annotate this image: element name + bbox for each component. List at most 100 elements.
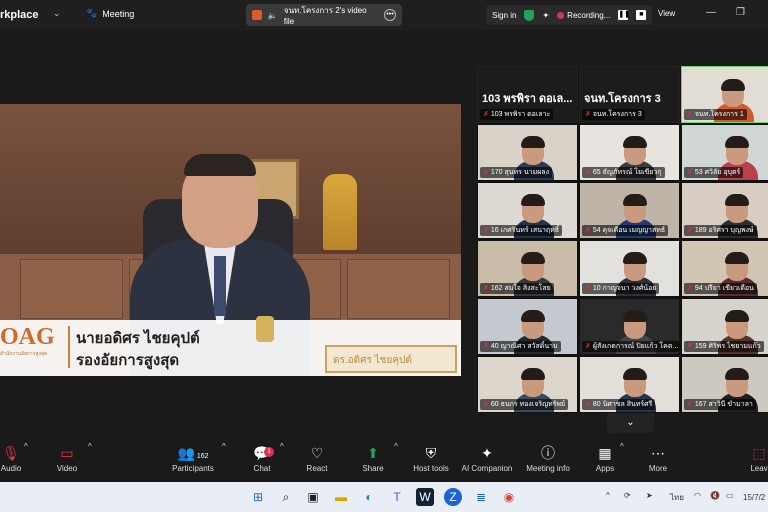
recording-label: Recording... [567,10,611,20]
recording-indicator: Recording... [557,11,610,20]
stop-icon[interactable]: ■ [636,10,647,20]
app-icon[interactable]: W [416,488,434,506]
app-brand: rkplace [0,9,39,21]
participant-tile[interactable]: ✗ 40 ญาณิศา สวัสดิ์นาม [477,298,578,355]
meeting-info-button[interactable]: ⓘ Meeting info [524,442,572,473]
participant-tile[interactable]: ✗ 54 ดุจเดือน เมญญาสทธ์ [579,182,680,239]
minimize-icon[interactable]: — [706,7,716,18]
participant-name: 189 อริศรา บุญพงษ์ [694,227,754,234]
participant-tile[interactable]: ✗ 94 ปรียา เขียวเดือน [681,240,768,297]
window-controls: — ❐ [706,7,745,18]
participant-tile[interactable]: ✗ 53 ศวิลัย อุบุตร์ [681,124,768,181]
file-explorer-icon[interactable]: ▬ [332,488,350,506]
record-dot-icon [557,11,565,19]
participant-tile[interactable]: จนท.โครงการ 3 ✗ จนท.โครงการ 3 [579,66,680,123]
video-options-chevron-icon[interactable]: ^ [88,442,92,451]
audio-options-chevron-icon[interactable]: ^ [24,442,28,451]
participants-icon: 👥 162 [177,445,209,461]
participant-tile[interactable]: ✗ 60 ธนกร ทองเจริญทรัพย์ [477,356,578,413]
more-icon: ⋯ [651,445,665,461]
battery-icon[interactable]: ▭ [726,491,734,500]
task-view-icon[interactable]: ▣ [304,488,322,506]
participant-tile[interactable]: ✗ 10 กาญจนา วงศ์น้อย [579,240,680,297]
video-label: Video [56,464,78,473]
sparkle-icon[interactable]: ✦ [542,11,549,20]
participant-tile[interactable]: ✗ 16 เกศรินทร์ เสนาฤทธิ์ [477,182,578,239]
participant-tile[interactable]: ✗ ผู้สังเกตการณ์ ปิยแก้ว โคต... [579,298,680,355]
participant-tile[interactable]: ✗ 162 สมใจ สิงสะโสย [477,240,578,297]
mic-muted-icon: ✗ [483,227,489,234]
speaker-hair [184,154,256,176]
status-group: Sign in ✦ Recording... ❚❚ ■ [486,5,653,25]
more-button[interactable]: ⋯ More [646,442,670,473]
participant-tile[interactable]: ✗ จนท.โครงการ 1 [681,66,768,123]
video-button[interactable]: ▭ Video [54,442,80,473]
input-language[interactable]: ไทย [670,491,684,504]
chat-options-chevron-icon[interactable]: ^ [280,442,284,451]
chrome-icon[interactable]: ◉ [500,488,518,506]
mic-muted-icon: ✗ [483,343,489,350]
participant-tile[interactable]: ✗ 189 อริศรา บุญพงษ์ [681,182,768,239]
host-tools-label: Host tools [413,464,449,473]
tray-chevron-icon[interactable]: ^ [606,491,610,500]
participant-tile[interactable]: ✗ 170 สุนทร นามผลง [477,124,578,181]
zoom-icon[interactable]: Z [444,488,462,506]
share-label: Share [362,464,384,473]
restore-icon[interactable]: ❐ [736,7,745,18]
meeting-info-label: Meeting info [526,464,570,473]
share-button[interactable]: ⬆ Share [360,442,386,473]
participant-label: ✗ 103 พรพิรา ดอเลาะ [480,109,554,120]
leave-button[interactable]: ⬚ Leav [750,442,768,473]
mic-muted-icon: ✗ [585,169,591,176]
search-icon[interactable]: ⌕ [277,488,295,506]
participant-label: ✗ 54 ดุจเดือน เมญญาสทธ์ [582,225,669,236]
edge-icon[interactable]: ◐ [360,488,378,506]
participant-name: 65 ธัญภัทรณ์ โยเขียวกุ [592,169,662,176]
audio-button[interactable]: 🎙 Audio [0,442,22,473]
volume-mute-icon[interactable]: 🔇 [710,491,720,500]
react-button[interactable]: ♡ React [304,442,330,473]
heart-icon: ♡ [310,445,324,461]
participants-options-chevron-icon[interactable]: ^ [222,442,226,451]
share-options-chevron-icon[interactable]: ^ [394,442,398,451]
participant-name: 162 สมใจ สิงสะโสย [490,285,551,292]
more-options-icon[interactable]: ••• [384,9,396,21]
apps-options-chevron-icon[interactable]: ^ [620,442,624,451]
participant-tile[interactable]: ✗ 167 สาวินี ขำมาลา [681,356,768,413]
apps-button[interactable]: ▦ Apps [594,442,616,473]
sync-icon[interactable]: ⟳ [624,491,631,500]
participant-label: ✗ 159 ศิริพร ไชยามแก้ว [684,341,764,352]
participant-label: ✗ 94 ปรียา เขียวเดือน [684,283,757,294]
windows-start-icon[interactable]: ⊞ [249,488,267,506]
ai-companion-button[interactable]: ✦ AI Companion [460,442,514,473]
video-off-icon: ▭ [60,445,74,461]
apps-icon: ▦ [598,445,612,461]
share-indicator[interactable]: 🔈 จนท.โครงการ 2's video file ••• [246,4,402,26]
chevron-down-icon[interactable]: ⌄ [53,8,61,19]
shield-icon: ⛨ [425,445,437,461]
mic-muted-icon: ✗ [687,169,693,176]
notepad-icon[interactable]: ≣ [472,488,490,506]
wifi-icon[interactable]: ◠ [694,491,701,500]
participants-button[interactable]: 👥 162 Participants [170,442,216,473]
mic-muted-icon: ✗ [585,401,591,408]
mic-muted-icon: ✗ [585,285,591,292]
gallery-scroll-down-button[interactable]: ⌄ [607,413,654,433]
meeting-menu[interactable]: 🐾 Meeting [86,8,134,19]
participant-label: ✗ 16 เกศรินทร์ เสนาฤทธิ์ [480,225,563,236]
participant-label: ✗ 80 นิศาชล สินทร์ศรี [582,399,656,410]
participant-tile[interactable]: ✗ 159 ศิริพร ไชยามแก้ว [681,298,768,355]
location-icon[interactable]: ➤ [646,491,653,500]
participant-tile[interactable]: 103 พรพิรา ดอเล... ✗ 103 พรพิรา ดอเลาะ [477,66,578,123]
pause-icon[interactable]: ❚❚ [618,10,630,20]
mic-muted-icon: ✗ [483,169,489,176]
host-tools-button[interactable]: ⛨ Host tools [410,442,452,473]
participant-name: 10 กาญจนา วงศ์น้อย [592,285,657,292]
view-button[interactable]: View [658,9,675,18]
shield-icon[interactable] [524,9,535,21]
participant-tile[interactable]: ✗ 65 ธัญภัทรณ์ โยเขียวกุ [579,124,680,181]
participant-tile[interactable]: ✗ 80 นิศาชล สินทร์ศรี [579,356,680,413]
signin-button[interactable]: Sign in [492,11,516,20]
teams-icon[interactable]: T [388,488,406,506]
participant-name: 170 สุนทร นามผลง [490,169,550,176]
